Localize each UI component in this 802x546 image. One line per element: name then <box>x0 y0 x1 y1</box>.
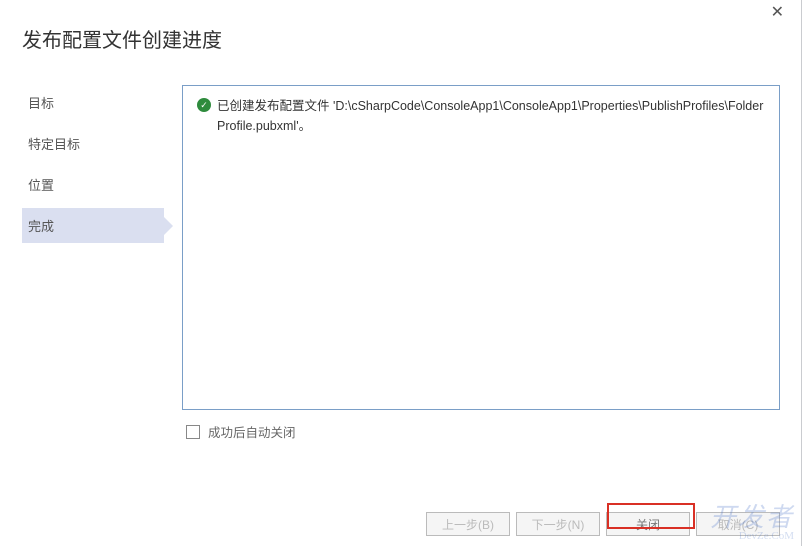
back-button: 上一步(B) <box>426 512 510 536</box>
sidebar-item-specific-target[interactable]: 特定目标 <box>22 126 164 161</box>
close-button[interactable]: 关闭 <box>606 512 690 536</box>
log-message: 已创建发布配置文件 'D:\cSharpCode\ConsoleApp1\Con… <box>217 96 765 136</box>
sidebar-item-label: 特定目标 <box>28 137 80 152</box>
next-button: 下一步(N) <box>516 512 600 536</box>
progress-log: ✓ 已创建发布配置文件 'D:\cSharpCode\ConsoleApp1\C… <box>182 85 780 410</box>
wizard-sidebar: 目标 特定目标 位置 完成 <box>22 85 164 441</box>
auto-close-row[interactable]: 成功后自动关闭 <box>186 422 780 441</box>
sidebar-item-label: 位置 <box>28 178 54 193</box>
cancel-button: 取消(C) <box>696 512 780 536</box>
dialog-title: 发布配置文件创建进度 <box>0 0 802 53</box>
sidebar-item-label: 目标 <box>28 96 54 111</box>
sidebar-item-location[interactable]: 位置 <box>22 167 164 202</box>
sidebar-item-label: 完成 <box>28 219 54 234</box>
log-entry: ✓ 已创建发布配置文件 'D:\cSharpCode\ConsoleApp1\C… <box>197 96 765 136</box>
auto-close-checkbox[interactable] <box>186 425 200 439</box>
sidebar-item-target[interactable]: 目标 <box>22 85 164 120</box>
close-icon[interactable]: ✕ <box>771 2 784 22</box>
dialog-footer: 上一步(B) 下一步(N) 关闭 取消(C) <box>426 512 780 536</box>
sidebar-item-finish[interactable]: 完成 <box>22 208 164 243</box>
success-icon: ✓ <box>197 98 211 112</box>
auto-close-label: 成功后自动关闭 <box>208 422 296 441</box>
